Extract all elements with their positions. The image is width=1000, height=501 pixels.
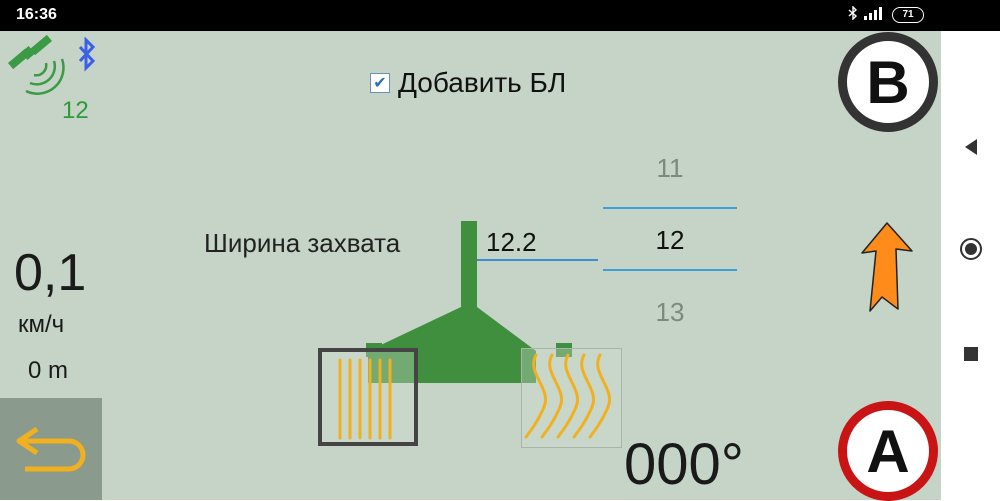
bluetooth-icon xyxy=(78,36,96,78)
gps-satellite-icon xyxy=(4,34,79,102)
left-section-tines[interactable] xyxy=(318,348,418,446)
add-bl-checkbox[interactable]: ✔ xyxy=(370,73,390,93)
picker-divider-bottom xyxy=(603,269,737,271)
bluetooth-icon xyxy=(848,5,858,23)
return-arrow-icon xyxy=(16,426,86,472)
add-bl-checkbox-row[interactable]: ✔ Добавить БЛ xyxy=(370,67,566,99)
signal-icon xyxy=(864,6,886,23)
distance-value: 0 m xyxy=(28,357,69,384)
status-icons: 71 xyxy=(848,5,924,23)
satellite-count: 12 xyxy=(62,97,89,124)
speed-unit: км/ч xyxy=(18,311,65,338)
heading-readout: 000° xyxy=(624,432,744,497)
point-b-button[interactable]: B xyxy=(838,32,938,132)
picker-divider-top xyxy=(603,207,737,209)
battery-icon: 71 xyxy=(892,6,924,23)
nav-home-icon[interactable] xyxy=(941,229,1000,269)
nav-recents-icon[interactable] xyxy=(941,334,1000,374)
nav-back-icon[interactable] xyxy=(941,127,1000,167)
direction-arrow-icon[interactable] xyxy=(858,221,916,318)
system-navigation-bar xyxy=(941,31,1000,500)
status-bar: 16:36 71 xyxy=(0,0,1000,31)
right-section-spring-tines[interactable] xyxy=(521,348,622,448)
status-time: 16:36 xyxy=(16,6,57,23)
speed-value: 0,1 xyxy=(14,244,87,302)
back-button[interactable] xyxy=(0,398,102,500)
point-a-button[interactable]: A xyxy=(838,401,938,501)
width-picker-current[interactable]: 12 xyxy=(604,225,736,256)
add-bl-label: Добавить БЛ xyxy=(398,67,567,98)
width-picker-next[interactable]: 13 xyxy=(604,297,736,328)
width-picker-prev[interactable]: 11 xyxy=(604,153,736,184)
app-screen: 12 ✔ Добавить БЛ B A 0,1 км/ч 0 m Ширина… xyxy=(0,31,941,501)
